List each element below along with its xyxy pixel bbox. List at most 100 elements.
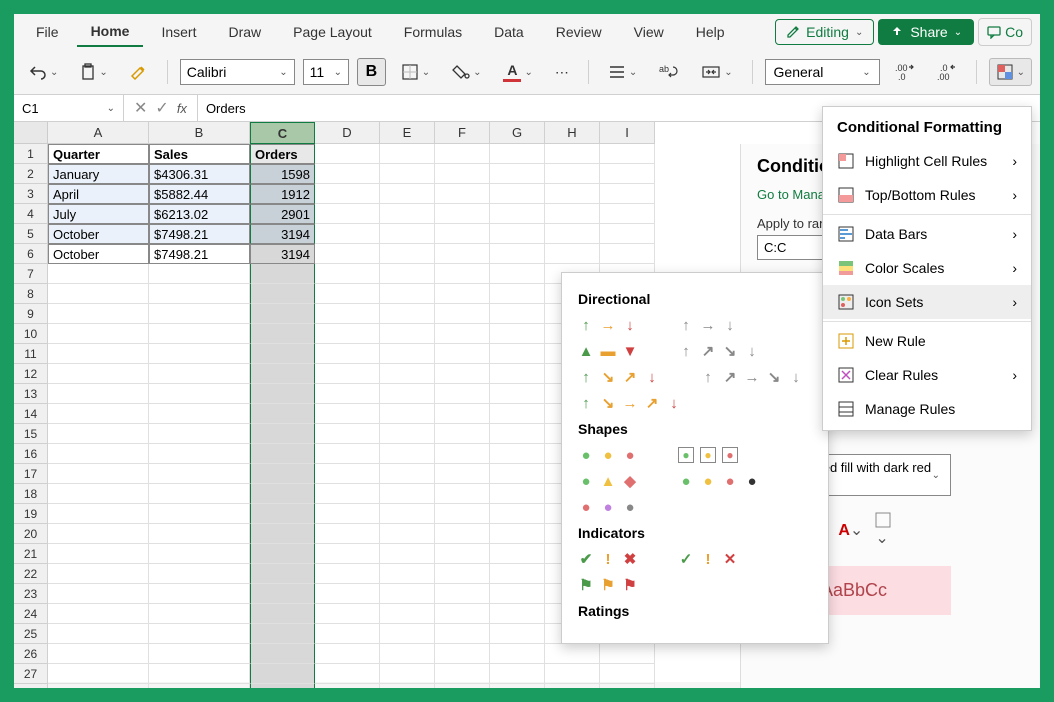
cell[interactable] (380, 424, 435, 444)
row-header[interactable]: 3 (14, 184, 48, 204)
cell[interactable] (149, 624, 250, 644)
cell[interactable] (490, 164, 545, 184)
cell[interactable] (48, 524, 149, 544)
tab-draw[interactable]: Draw (214, 18, 275, 46)
name-box[interactable]: C1 ⌄ (14, 95, 124, 121)
cell[interactable] (48, 364, 149, 384)
cell[interactable] (315, 304, 380, 324)
cell[interactable] (435, 244, 490, 264)
cell[interactable] (250, 404, 315, 424)
cell[interactable] (149, 324, 250, 344)
iconset-3arrows-color[interactable]: ↑→↓ (578, 317, 638, 333)
font-size-selector[interactable]: 11 ⌄ (303, 59, 349, 85)
cell[interactable] (250, 324, 315, 344)
cell[interactable] (315, 664, 380, 684)
cell[interactable] (250, 644, 315, 664)
iconset-4circles[interactable]: ●●●● (678, 473, 760, 489)
cell[interactable]: 2901 (250, 204, 315, 224)
cell[interactable] (315, 604, 380, 624)
cell[interactable] (48, 284, 149, 304)
cell[interactable] (380, 324, 435, 344)
cell[interactable] (315, 624, 380, 644)
cell[interactable] (48, 564, 149, 584)
cf-manage-rules[interactable]: Manage Rules (823, 392, 1031, 426)
cell[interactable]: 3194 (250, 244, 315, 264)
cell[interactable] (490, 604, 545, 624)
cell[interactable] (490, 524, 545, 544)
cell[interactable] (490, 484, 545, 504)
cell[interactable] (380, 484, 435, 504)
cell[interactable] (490, 624, 545, 644)
cell[interactable] (435, 384, 490, 404)
iconset-4arrows-gray[interactable]: ↑↗↘↓ (678, 343, 760, 359)
col-header-i[interactable]: I (600, 122, 655, 144)
cell[interactable] (545, 244, 600, 264)
cell[interactable] (490, 444, 545, 464)
row-header[interactable]: 9 (14, 304, 48, 324)
cell[interactable] (490, 684, 545, 688)
cell[interactable]: April (48, 184, 149, 204)
cell[interactable] (600, 224, 655, 244)
cell[interactable] (435, 344, 490, 364)
cell[interactable] (48, 624, 149, 644)
cancel-formula-icon[interactable]: ✕ (134, 98, 147, 118)
cell[interactable] (315, 184, 380, 204)
iconset-3triangles[interactable]: ▲▬▼ (578, 343, 638, 359)
paste-button[interactable]: ⌄ (73, 58, 114, 86)
cell[interactable] (380, 244, 435, 264)
cell[interactable] (250, 604, 315, 624)
cell[interactable] (250, 464, 315, 484)
cell[interactable] (490, 184, 545, 204)
cell[interactable] (490, 264, 545, 284)
cell[interactable] (490, 564, 545, 584)
cell[interactable]: $4306.31 (149, 164, 250, 184)
cell[interactable] (149, 544, 250, 564)
cell[interactable] (490, 504, 545, 524)
cell[interactable] (435, 144, 490, 164)
cell[interactable] (315, 504, 380, 524)
cell[interactable] (490, 424, 545, 444)
cell[interactable] (380, 384, 435, 404)
cell[interactable]: 3194 (250, 224, 315, 244)
cell[interactable] (490, 584, 545, 604)
cell[interactable] (315, 444, 380, 464)
cell[interactable] (490, 224, 545, 244)
cell[interactable] (380, 644, 435, 664)
cell[interactable] (380, 524, 435, 544)
cell[interactable] (48, 544, 149, 564)
iconset-3signs[interactable]: ●▲◆ (578, 473, 638, 489)
cell[interactable] (380, 664, 435, 684)
cell[interactable] (250, 424, 315, 444)
row-header[interactable]: 18 (14, 484, 48, 504)
cell[interactable] (250, 484, 315, 504)
col-header-b[interactable]: B (149, 122, 250, 144)
row-header[interactable]: 14 (14, 404, 48, 424)
borders-button[interactable]: ⌄ (394, 58, 437, 86)
cell[interactable] (48, 664, 149, 684)
cell[interactable]: 1912 (250, 184, 315, 204)
cell[interactable] (149, 404, 250, 424)
font-color-button[interactable]: A ⌄ (496, 57, 539, 87)
cell[interactable] (435, 624, 490, 644)
tab-home[interactable]: Home (77, 17, 144, 47)
font-color-icon[interactable]: A⌄ (838, 520, 863, 540)
row-header[interactable]: 8 (14, 284, 48, 304)
cell[interactable] (600, 684, 655, 688)
row-header[interactable]: 23 (14, 584, 48, 604)
iconset-3circles[interactable]: ●●● (578, 447, 638, 463)
cell[interactable] (149, 444, 250, 464)
col-header-a[interactable]: A (48, 122, 149, 144)
more-font-button[interactable]: ⋯ (548, 59, 576, 86)
cell[interactable] (435, 324, 490, 344)
cell[interactable] (435, 364, 490, 384)
cell[interactable]: July (48, 204, 149, 224)
cell[interactable] (435, 644, 490, 664)
cell[interactable] (250, 684, 315, 688)
cell[interactable] (315, 244, 380, 264)
cell[interactable] (48, 444, 149, 464)
align-button[interactable]: ⌄ (601, 59, 644, 85)
tab-view[interactable]: View (620, 18, 678, 46)
cell[interactable]: Quarter (48, 144, 149, 164)
cell[interactable] (490, 244, 545, 264)
cf-data-bars[interactable]: Data Bars › (823, 217, 1031, 251)
